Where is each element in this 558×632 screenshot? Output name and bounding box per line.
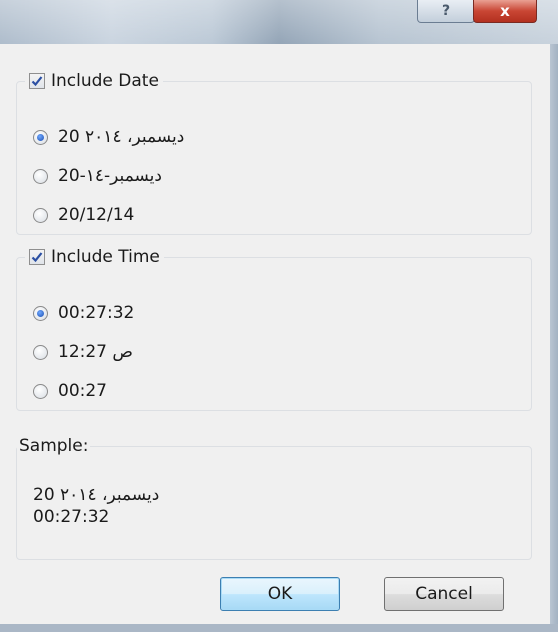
sample-label: Sample: [19,436,89,456]
time-option-3-radio[interactable] [33,383,48,399]
time-option-1-label: 00:27:32 [58,303,135,323]
time-option-2[interactable]: 12:27 ص [33,341,133,363]
date-option-3-radio[interactable] [33,207,48,223]
cancel-button[interactable]: Cancel [384,577,504,611]
include-time-label: Include Time [51,247,160,267]
date-option-2-label: 20-ديسمبر-١٤ [58,166,162,186]
time-option-1[interactable]: 00:27:32 [33,302,134,324]
ok-button[interactable]: OK [220,577,340,611]
help-icon: ? [441,3,451,19]
time-option-3[interactable]: 00:27 [33,380,107,402]
sample-group: Sample: 20 ديسمبر، ٢٠١٤ 00:27:32 [16,436,532,560]
date-option-3[interactable]: 20/12/14 [33,204,134,226]
date-option-1-label: 20 ديسمبر، ٢٠١٤ [58,127,185,147]
date-group: Include Date 20 ديسمبر، ٢٠١٤ 20-ديسمبر-١… [16,71,532,235]
time-option-3-label: 00:27 [58,381,107,401]
include-time-checkbox[interactable]: Include Time [25,247,164,267]
date-option-1-radio[interactable] [33,129,48,145]
time-option-2-radio[interactable] [33,344,48,360]
include-date-label: Include Date [51,71,159,91]
include-date-check-box[interactable] [29,73,45,89]
help-button[interactable]: ? [417,0,475,23]
time-option-2-label: 12:27 ص [58,342,133,362]
dialog-client-area: Include Date 20 ديسمبر، ٢٠١٤ 20-ديسمبر-١… [0,44,550,624]
time-option-1-radio[interactable] [33,305,48,321]
date-option-3-label: 20/12/14 [58,205,135,225]
close-icon: x [500,2,510,20]
date-option-2[interactable]: 20-ديسمبر-١٤ [33,165,162,187]
checkmark-icon [31,76,43,87]
date-option-1[interactable]: 20 ديسمبر، ٢٠١٤ [33,126,184,148]
sample-date-text: 20 ديسمبر، ٢٠١٤ [33,485,160,505]
include-time-check-box[interactable] [29,249,45,265]
time-group: Include Time 00:27:32 12:27 ص 00:27 [16,247,532,411]
window-frame-right [550,44,558,624]
sample-time-text: 00:27:32 [33,507,110,527]
sample-legend: Sample: [17,436,90,456]
checkmark-icon [31,252,43,263]
date-option-2-radio[interactable] [33,168,48,184]
close-button[interactable]: x [473,0,537,23]
window-frame-bottom [0,624,558,632]
include-date-checkbox[interactable]: Include Date [25,71,163,91]
